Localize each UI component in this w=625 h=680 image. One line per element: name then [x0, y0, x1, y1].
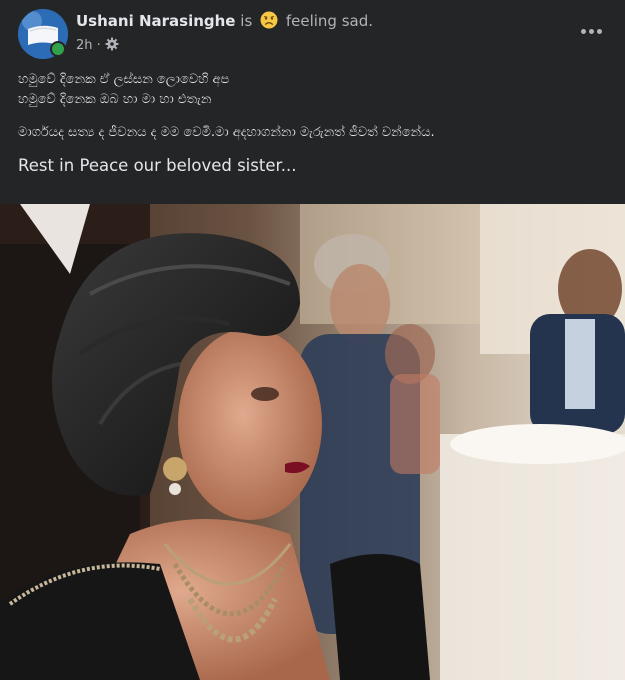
sad-face-emoji-icon — [260, 11, 278, 29]
post-text: හමුවේ දිනෙක ඒ ලස්සන ලොවෙහි අප හමුවේ දිනෙ… — [18, 70, 608, 177]
author-name[interactable]: Ushani Narasinghe — [76, 12, 236, 30]
author-avatar[interactable] — [18, 9, 68, 59]
online-status-indicator — [50, 41, 66, 57]
dot — [596, 28, 602, 34]
settings-gear-icon[interactable] — [105, 37, 119, 53]
post-caption: Rest in Peace our beloved sister... — [18, 156, 297, 175]
post-header: Ushani Narasinghe is feeling sad. 2h · — [0, 0, 625, 64]
post-body-line-2: හමුවේ දිනෙක ඔබ හා මා හා එතැන — [18, 92, 212, 107]
dot — [588, 28, 594, 34]
author-line: Ushani Narasinghe is feeling sad. — [76, 11, 373, 30]
photo-illustration — [0, 204, 625, 680]
dot — [580, 28, 586, 34]
feeling-text[interactable]: feeling sad. — [286, 12, 373, 30]
meta-separator: · — [96, 38, 105, 53]
post-body-line-3: මාර්ගයද සත්‍ය ද ජීවනය ද මම වෙමි.මා අදහාග… — [18, 125, 435, 140]
post-body-line-1: හමුවේ දිනෙක ඒ ලස්සන ලොවෙහි අප — [18, 72, 230, 87]
post-meta: 2h · — [76, 37, 119, 53]
is-text: is — [240, 12, 253, 30]
more-options-icon[interactable] — [573, 16, 609, 46]
post-photo[interactable] — [0, 204, 625, 680]
post-timestamp[interactable]: 2h — [76, 38, 93, 53]
